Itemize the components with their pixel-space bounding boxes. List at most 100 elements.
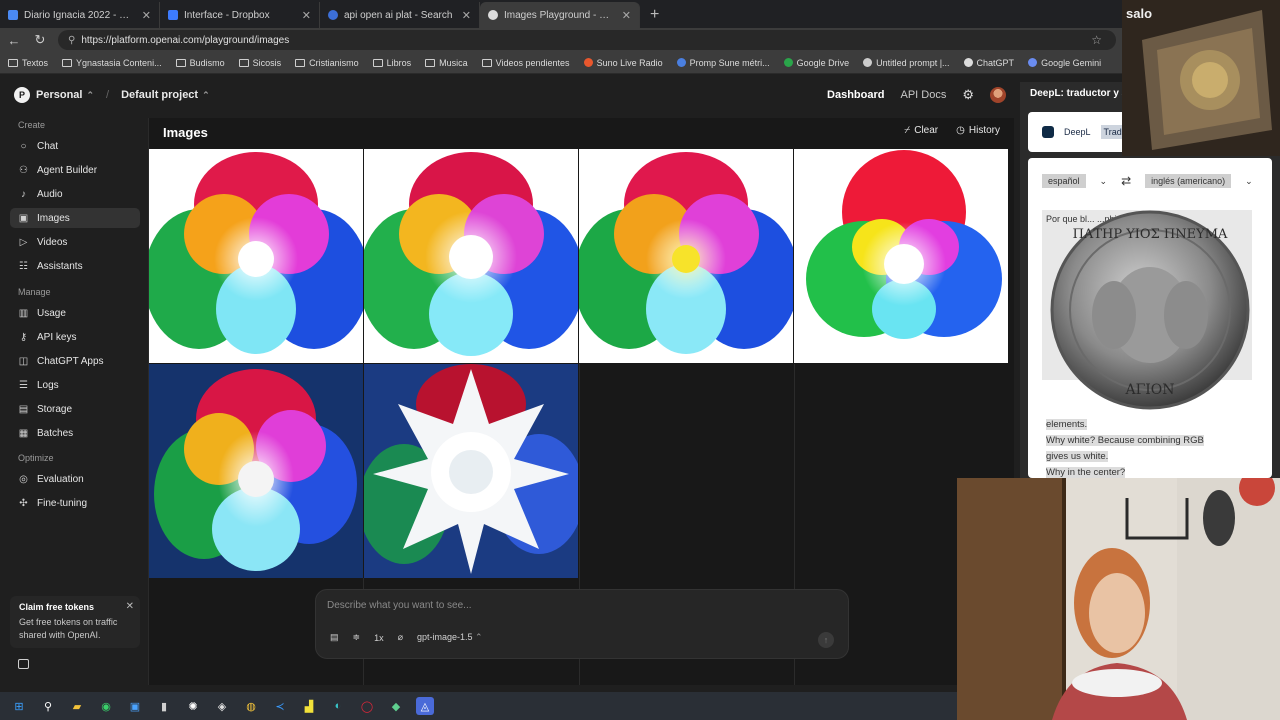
close-tab-icon[interactable]: ✕	[622, 9, 631, 22]
deepl-panel-title: DeepL: traductor y asi	[1030, 88, 1136, 99]
bookmark-star-icon[interactable]: ☆	[1091, 33, 1102, 47]
toggle-sidebar-icon[interactable]	[18, 659, 29, 669]
app-icon[interactable]: ◈	[213, 697, 231, 715]
back-icon[interactable]: ←	[6, 33, 22, 48]
coin-inscription-bottom: ΑΓΙΟΝ	[1124, 382, 1174, 398]
claim-tokens-card[interactable]: Claim free tokens Get free tokens on tra…	[10, 596, 140, 648]
user-avatar[interactable]	[990, 87, 1006, 103]
opera-icon[interactable]: ◯	[358, 697, 376, 715]
dashboard-link[interactable]: Dashboard	[827, 89, 884, 101]
swap-languages-icon[interactable]: ⇄	[1121, 174, 1131, 188]
chatgpt-icon[interactable]: ✺	[184, 697, 202, 715]
url-field[interactable]: ⚲ https://platform.openai.com/playground…	[58, 30, 1116, 50]
browser-tab[interactable]: api open ai plat - Search ✕	[320, 2, 480, 28]
browser-tab[interactable]: Interface - Dropbox ✕	[160, 2, 320, 28]
close-icon[interactable]: ✕	[126, 601, 134, 612]
project-selector[interactable]: Default project ⌃	[121, 89, 210, 101]
sidebar-item-batches[interactable]: ▦ Batches	[10, 423, 140, 443]
source-language-select[interactable]: español	[1042, 174, 1086, 188]
generated-image-white-lotus[interactable]	[364, 364, 578, 578]
target-language-select[interactable]: inglés (americano)	[1145, 174, 1232, 188]
browser-tab[interactable]: Diario Ignacia 2022 - Documentos ✕	[0, 2, 160, 28]
sidebar-item-storage[interactable]: ▤ Storage	[10, 399, 140, 419]
generated-image-lotus-3[interactable]	[579, 149, 793, 363]
bookmark-item[interactable]: Budismo	[175, 58, 225, 68]
generated-image-lotus-2[interactable]	[364, 149, 578, 363]
clear-button[interactable]: ⌿ Clear	[904, 125, 938, 136]
sidebar-item-chat[interactable]: ○ Chat	[10, 136, 140, 156]
windows-start-icon[interactable]: ⊞	[10, 697, 28, 715]
bookmark-item[interactable]: Sicosis	[238, 58, 281, 68]
bookmark-item[interactable]: Untitled prompt |...	[863, 58, 950, 68]
bookmark-item[interactable]: Videos pendientes	[481, 58, 570, 68]
vscode-icon[interactable]: ≺	[271, 697, 289, 715]
send-button[interactable]: ↑	[818, 632, 834, 648]
bookmark-item[interactable]: Google Drive	[783, 58, 849, 68]
folder-icon	[8, 58, 18, 67]
org-selector[interactable]: Personal ⌃	[36, 89, 94, 101]
store-icon[interactable]: ▣	[126, 697, 144, 715]
whatsapp-icon[interactable]: ◉	[97, 697, 115, 715]
generated-image-lotus-1[interactable]	[149, 149, 363, 363]
nav-icon: ▣	[18, 212, 29, 224]
sidebar-item-label: Chat	[37, 140, 59, 152]
sidebar-item-fine-tuning[interactable]: ✣ Fine-tuning	[10, 493, 140, 513]
count-selector[interactable]: 1x	[374, 633, 384, 643]
generated-image-rgb-circles[interactable]	[794, 149, 1008, 363]
close-tab-icon[interactable]: ✕	[462, 9, 471, 22]
sidebar-item-evaluation[interactable]: ◎ Evaluation	[10, 469, 140, 489]
sidebar-item-api-keys[interactable]: ⚷ API keys	[10, 327, 140, 347]
sidebar-item-logs[interactable]: ☰ Logs	[10, 375, 140, 395]
model-selector[interactable]: gpt-image-1.5 ⌃	[417, 632, 483, 643]
close-tab-icon[interactable]: ✕	[302, 9, 311, 22]
sidebar-item-label: Videos	[37, 236, 68, 248]
search-icon[interactable]: ⚲	[39, 697, 57, 715]
sidebar-item-label: Images	[37, 212, 70, 224]
sidebar-item-images[interactable]: ▣ Images	[10, 208, 140, 228]
claim-description: Get free tokens on traffic shared with O…	[19, 617, 118, 640]
stream-overlay-book: salo	[1122, 0, 1280, 156]
bookmark-item[interactable]: Cristianismo	[295, 58, 359, 68]
settings-gear-icon[interactable]: ⚙	[962, 87, 974, 103]
edge-icon[interactable]: ◐	[329, 697, 347, 715]
sidebar-item-audio[interactable]: ♪ Audio	[10, 184, 140, 204]
history-button[interactable]: ◷ History	[956, 125, 1000, 136]
bookmark-label: Libros	[386, 57, 412, 68]
sidebar-item-chatgpt-apps[interactable]: ◫ ChatGPT Apps	[10, 351, 140, 371]
generated-image-lotus-dark-1[interactable]	[149, 364, 363, 578]
sidebar-item-assistants[interactable]: ☷ Assistants	[10, 256, 140, 276]
sidebar-item-agent-builder[interactable]: ⚇ Agent Builder	[10, 160, 140, 180]
tab-deepl[interactable]: DeepL	[1064, 127, 1091, 137]
nav-icon: ▥	[18, 307, 29, 319]
sidebar-item-usage[interactable]: ▥ Usage	[10, 303, 140, 323]
sidebar-item-videos[interactable]: ▷ Videos	[10, 232, 140, 252]
browser-tab-active[interactable]: Images Playground - OpenAI API ✕	[480, 2, 640, 28]
trinity-coin-image: ΠΑΤΗΡ ΥΙΟΣ ΠΝΕΥΜΑ ΑΓΙΟΝ	[1044, 210, 1256, 410]
reload-icon[interactable]: ↻	[32, 32, 48, 48]
bookmark-item[interactable]: Suno Live Radio	[583, 58, 663, 68]
sticky-notes-icon[interactable]: ▟	[300, 697, 318, 715]
api-docs-link[interactable]: API Docs	[900, 89, 946, 101]
close-tab-icon[interactable]: ✕	[142, 9, 151, 22]
new-tab-icon[interactable]: +	[650, 6, 659, 24]
bookmark-label: ChatGPT	[976, 57, 1015, 68]
site-favicon-icon	[583, 58, 593, 67]
notepad-icon[interactable]: ▮	[155, 697, 173, 715]
sidebar-item-label: Assistants	[37, 260, 83, 272]
sliders-icon[interactable]: ≑	[353, 632, 361, 643]
site-info-icon[interactable]: ⚲	[68, 35, 75, 46]
attach-icon[interactable]: ⌀	[398, 632, 403, 643]
bookmark-item[interactable]: ChatGPT	[963, 57, 1015, 68]
file-explorer-icon[interactable]: ▰	[68, 697, 86, 715]
active-app-icon[interactable]: ◬	[416, 697, 434, 715]
bookmark-item[interactable]: Promp Sune métri...	[676, 58, 770, 68]
prompt-input[interactable]: Describe what you want to see...	[327, 600, 472, 611]
bookmark-item[interactable]: Musica	[425, 58, 468, 68]
calendar-icon[interactable]: ▤	[330, 632, 339, 643]
bookmark-item[interactable]: Libros	[372, 57, 412, 68]
chrome-icon[interactable]: ◍	[242, 697, 260, 715]
bookmark-item[interactable]: Google Gemini	[1028, 58, 1101, 68]
bookmark-item[interactable]: Ygnastasia Conteni...	[62, 58, 162, 68]
maps-icon[interactable]: ◆	[387, 697, 405, 715]
bookmark-item[interactable]: Textos	[8, 58, 48, 68]
